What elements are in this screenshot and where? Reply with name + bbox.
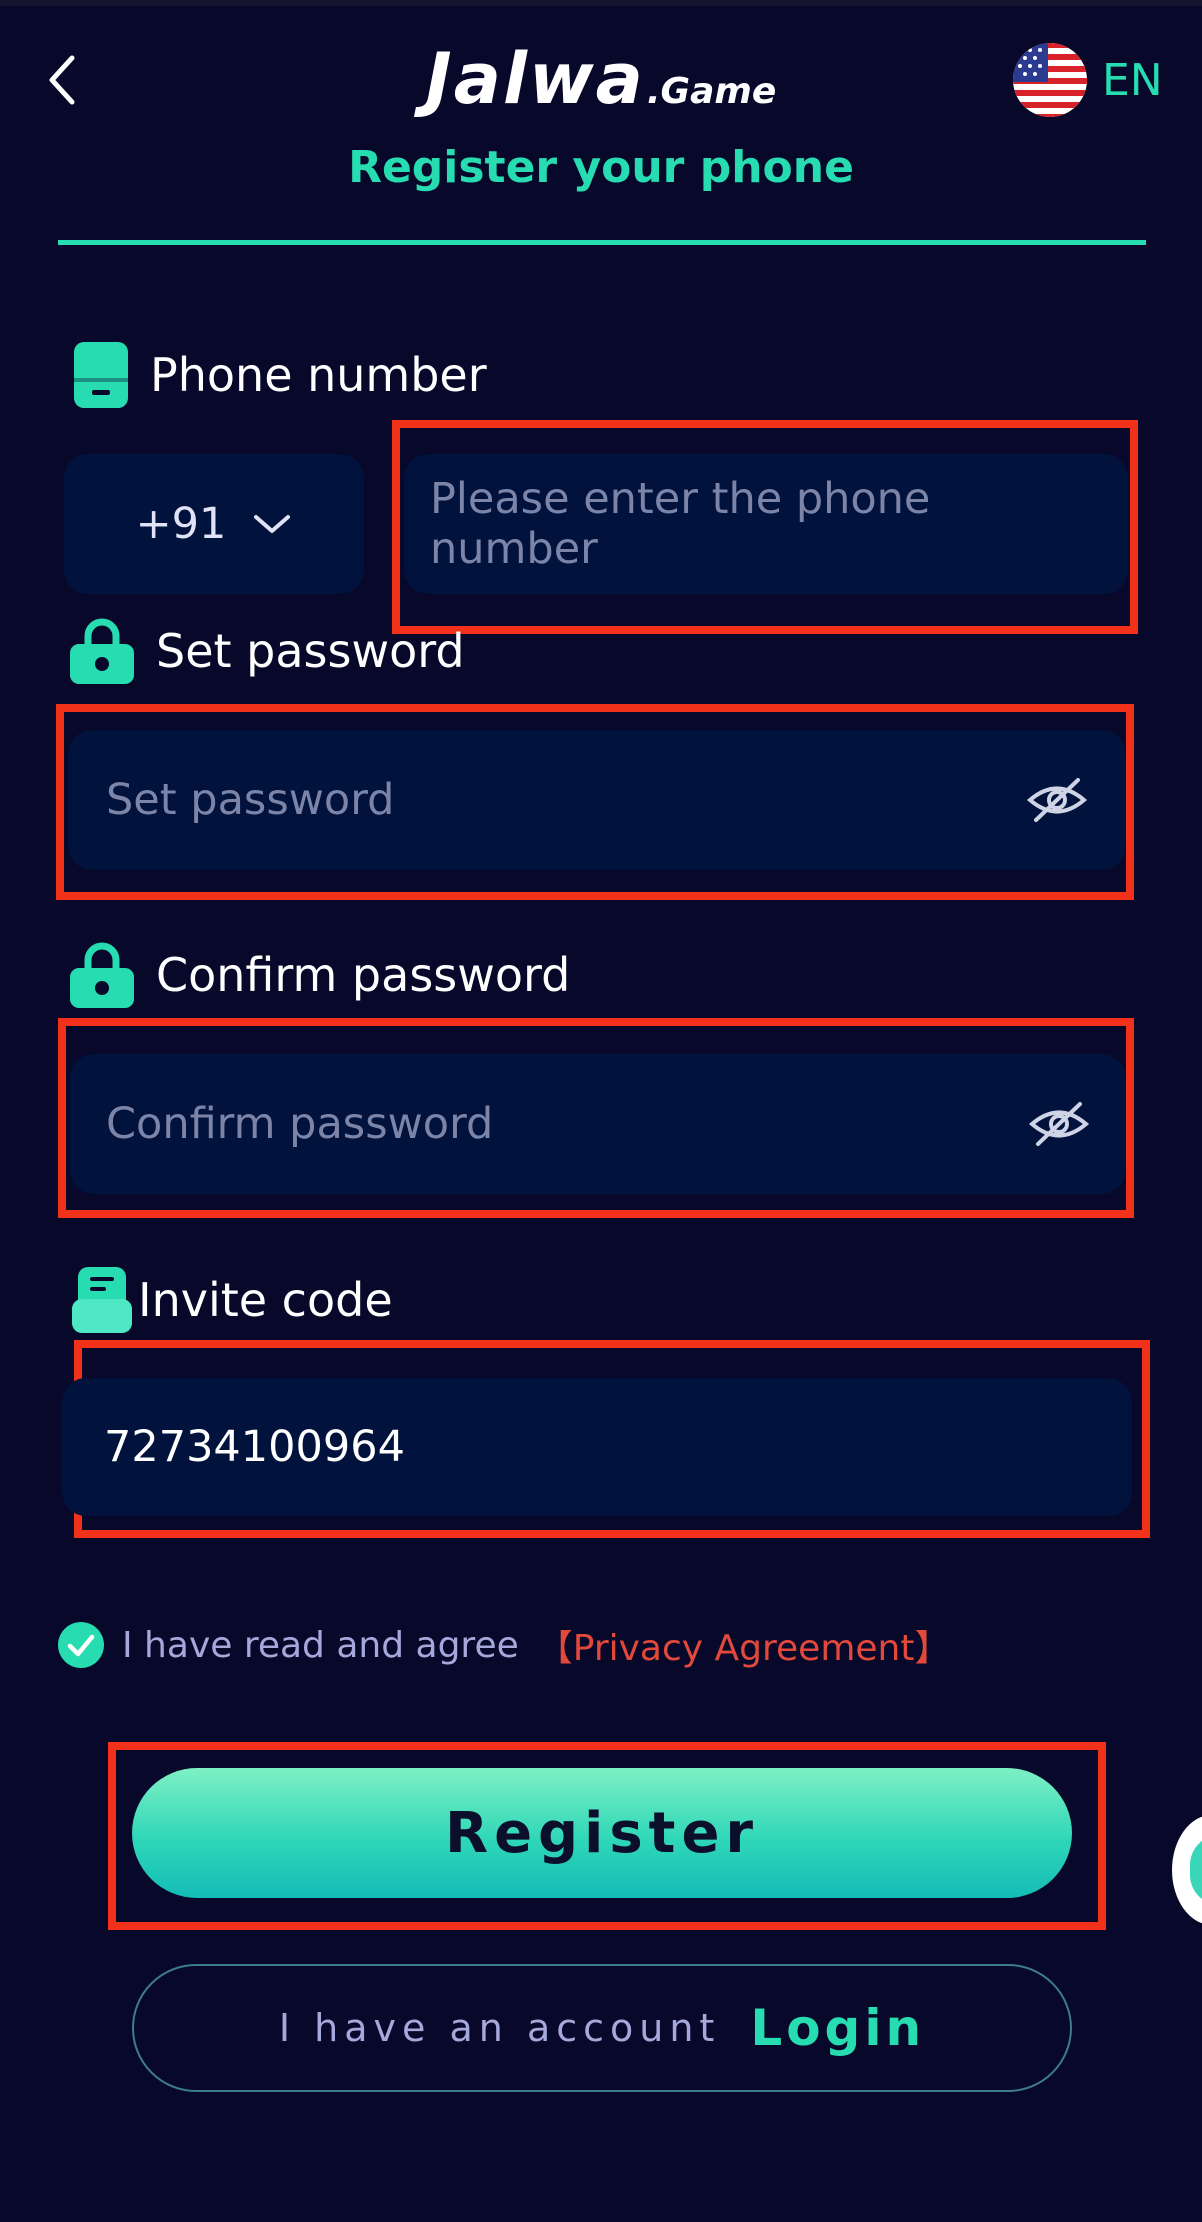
country-code-value: +91 xyxy=(135,499,227,549)
phone-label: Phone number xyxy=(150,348,487,402)
tab-underline xyxy=(58,240,1146,245)
login-prompt: I have an account xyxy=(278,2006,721,2050)
invite-code-value: 72734100964 xyxy=(104,1422,405,1472)
back-button[interactable] xyxy=(40,50,90,110)
phone-placeholder: Please enter the phone number xyxy=(430,474,931,574)
agreement-text: I have read and agree xyxy=(122,1624,519,1666)
language-selector[interactable]: EN xyxy=(1012,40,1182,120)
password-label-row: Set password xyxy=(68,616,465,686)
phone-input[interactable]: Please enter the phone number xyxy=(404,454,1128,594)
privacy-agreement-link[interactable]: 【Privacy Agreement】 xyxy=(537,1619,951,1671)
eye-off-icon[interactable] xyxy=(1028,1099,1090,1149)
app-logo: Jalwa .Game xyxy=(300,38,902,128)
support-icon xyxy=(1190,1835,1202,1905)
us-flag-icon xyxy=(1013,43,1087,117)
password-input[interactable]: Set password xyxy=(68,730,1126,870)
phone-icon xyxy=(74,342,128,408)
invite-code-input[interactable]: 72734100964 xyxy=(62,1378,1132,1516)
password-label: Set password xyxy=(156,624,465,678)
tab-register-phone[interactable]: Register your phone xyxy=(0,142,1202,193)
confirm-password-input[interactable]: Confirm password xyxy=(70,1054,1126,1194)
login-link[interactable]: Login xyxy=(750,1999,925,2057)
password-placeholder: Set password xyxy=(106,775,395,825)
status-bar-edge xyxy=(0,0,1202,6)
chevron-down-icon xyxy=(254,515,291,533)
register-button[interactable]: Register xyxy=(132,1768,1072,1898)
confirm-password-placeholder: Confirm password xyxy=(106,1099,494,1149)
logo-sub-text: .Game xyxy=(646,71,777,112)
invite-label: Invite code xyxy=(138,1273,393,1327)
checkbox-checked-icon[interactable] xyxy=(58,1622,104,1668)
country-code-select[interactable]: +91 xyxy=(64,454,364,594)
eye-off-icon[interactable] xyxy=(1026,775,1088,825)
language-label: EN xyxy=(1102,54,1163,106)
lock-icon xyxy=(70,942,134,1008)
lock-icon xyxy=(70,618,134,684)
phone-label-row: Phone number xyxy=(72,340,487,410)
invite-label-row: Invite code xyxy=(72,1264,393,1336)
floating-support-button[interactable] xyxy=(1172,1815,1202,1925)
logo-main-text: Jalwa xyxy=(425,38,645,120)
confirm-password-label: Confirm password xyxy=(156,948,571,1002)
invite-icon xyxy=(72,1267,132,1333)
chevron-left-icon xyxy=(49,55,75,105)
confirm-password-label-row: Confirm password xyxy=(68,940,570,1010)
login-button[interactable]: I have an account Login xyxy=(132,1964,1072,2092)
agreement-row: I have read and agree 【Privacy Agreement… xyxy=(58,1620,950,1670)
